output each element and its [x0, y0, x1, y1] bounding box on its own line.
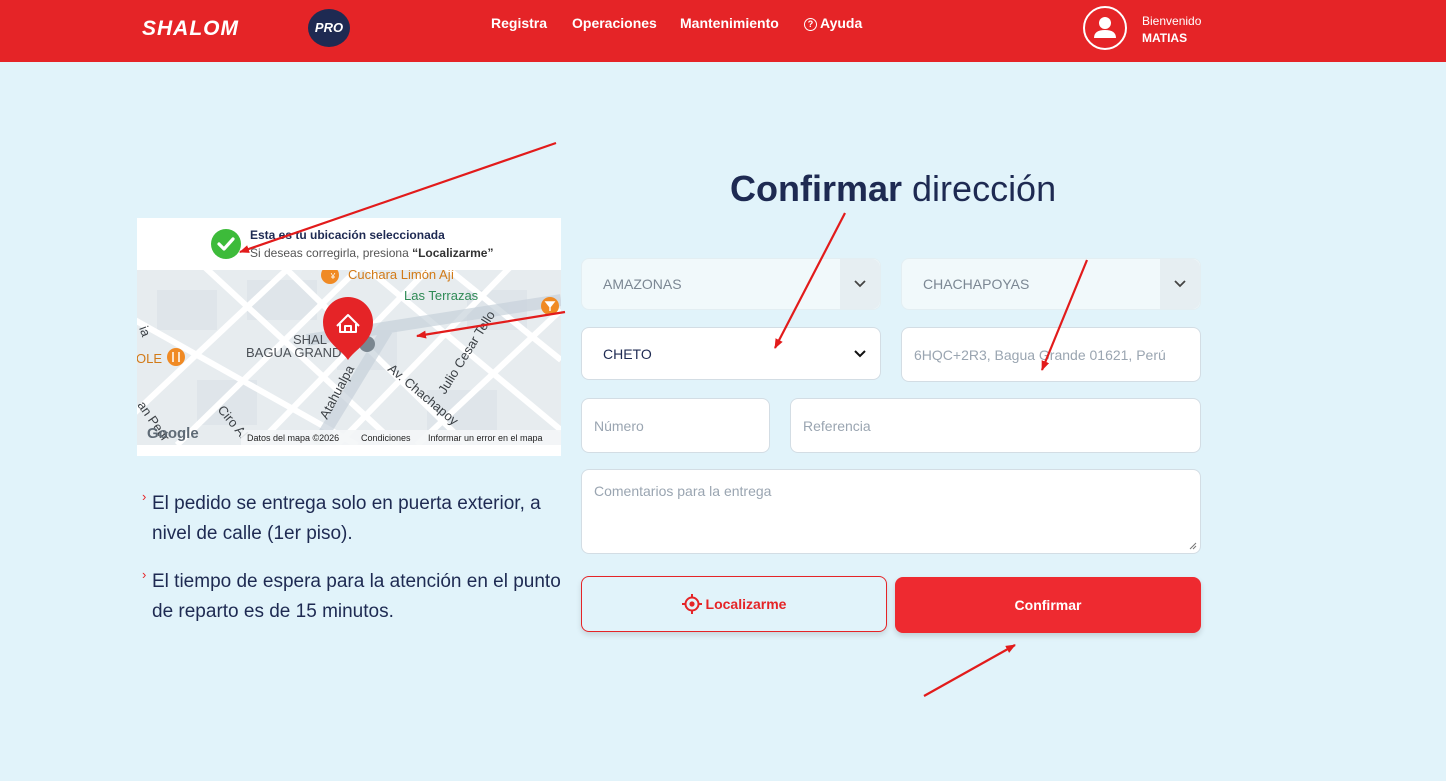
info-delivery-note: › El pedido se entrega solo en puerta ex… — [142, 489, 572, 549]
banner-sub-action: “Localizarme” — [412, 246, 494, 260]
resize-handle-icon[interactable] — [1189, 542, 1197, 550]
restaurant-icon[interactable] — [167, 348, 185, 366]
top-header: SHALOM PRO Registra Operaciones Mantenim… — [0, 0, 1446, 62]
svg-text:¥: ¥ — [330, 272, 336, 281]
poi-ole: OLE — [137, 351, 162, 366]
poi-cuchara-label: Cuchara Limón Ají — [348, 270, 455, 282]
user-avatar[interactable] — [1083, 6, 1127, 50]
map-report-link[interactable]: Informar un error en el mapa — [428, 433, 543, 443]
location-banner: Esta es tu ubicación seleccionada Si des… — [137, 218, 561, 270]
welcome-label: Bienvenido — [1142, 14, 1202, 28]
logo-badge: PRO — [308, 9, 350, 47]
place-bagua-grande: BAGUA GRAND — [246, 345, 341, 360]
map-data-credit: Datos del mapa ©2026 — [247, 433, 339, 443]
locate-button[interactable]: Localizarme — [581, 576, 887, 632]
number-placeholder: Número — [594, 417, 644, 434]
info-text-1: El pedido se entrega solo en puerta exte… — [152, 493, 541, 544]
nav-ayuda[interactable]: ? Ayuda — [804, 15, 862, 31]
help-icon: ? — [804, 18, 817, 31]
number-input[interactable]: Número — [581, 398, 770, 453]
target-icon — [681, 594, 702, 614]
map-view[interactable]: ¥ Cuchara Limón Ají Las Terrazas OLE SHA… — [137, 270, 561, 445]
confirm-button[interactable]: Confirmar — [895, 577, 1201, 633]
logo-text: SHALOM — [142, 17, 239, 40]
bar-icon[interactable] — [541, 297, 559, 315]
address-input[interactable]: 6HQC+2R3, Bagua Grande 01621, Perú — [901, 327, 1201, 382]
banner-sub-text: Si deseas corregirla, presiona — [250, 246, 413, 260]
title-bold: Confirmar — [730, 168, 903, 209]
user-icon — [1094, 17, 1116, 38]
province-value: CHACHAPOYAS — [923, 276, 1030, 292]
department-select[interactable]: AMAZONAS — [581, 258, 881, 310]
chevron-right-icon: › — [142, 567, 147, 582]
google-logo: Google — [147, 425, 199, 442]
map-card: Esta es tu ubicación seleccionada Si des… — [137, 218, 561, 456]
district-select[interactable]: CHETO — [581, 327, 881, 380]
banner-title: Esta es tu ubicación seleccionada — [250, 228, 445, 242]
nav-mantenimiento[interactable]: Mantenimiento — [680, 15, 779, 31]
nav-ayuda-label: Ayuda — [820, 15, 863, 31]
nav-registra[interactable]: Registra — [491, 15, 547, 31]
chevron-right-icon: › — [142, 489, 147, 504]
reference-input[interactable]: Referencia — [790, 398, 1201, 453]
province-select[interactable]: CHACHAPOYAS — [901, 258, 1201, 310]
chevron-down-icon — [840, 259, 880, 309]
chevron-down-icon — [848, 328, 872, 379]
info-wait-note: › El tiempo de espera para la atención e… — [142, 567, 572, 627]
address-placeholder: 6HQC+2R3, Bagua Grande 01621, Perú — [914, 346, 1166, 363]
banner-subtitle: Si deseas corregirla, presiona “Localiza… — [250, 246, 493, 260]
check-icon — [211, 229, 241, 259]
nav-operaciones[interactable]: Operaciones — [572, 15, 657, 31]
locate-label: Localizarme — [705, 596, 787, 612]
district-value: CHETO — [603, 345, 652, 362]
user-name: MATIAS — [1142, 31, 1188, 45]
title-rest: dirección — [902, 168, 1057, 209]
poi-las-terrazas: Las Terrazas — [404, 288, 479, 303]
info-text-2: El tiempo de espera para la atención en … — [152, 571, 561, 622]
map-terms-link[interactable]: Condiciones — [361, 433, 411, 443]
reference-placeholder: Referencia — [803, 417, 871, 434]
annotation-arrow — [923, 644, 1016, 697]
confirm-label: Confirmar — [1014, 597, 1082, 613]
department-value: AMAZONAS — [603, 276, 682, 292]
page-title: Confirmar dirección — [730, 168, 1056, 210]
comments-placeholder: Comentarios para la entrega — [594, 483, 772, 499]
comments-textarea[interactable]: Comentarios para la entrega — [581, 469, 1201, 554]
chevron-down-icon — [1160, 259, 1200, 309]
user-greeting: Bienvenido MATIAS — [1142, 13, 1201, 47]
